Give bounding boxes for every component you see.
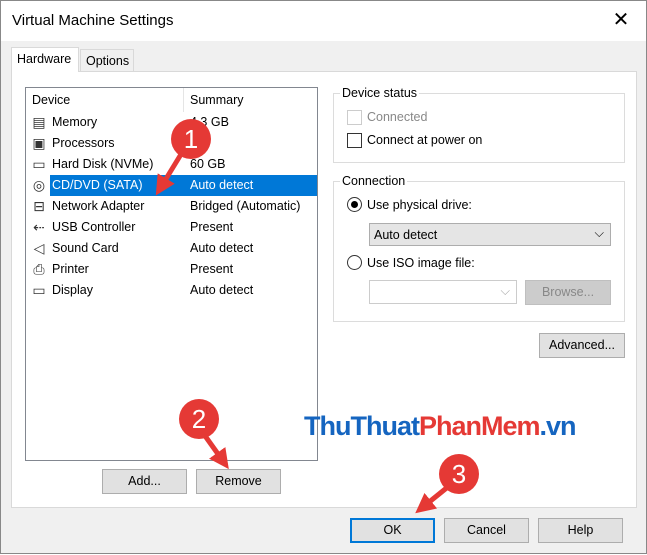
dialog: Virtual Machine Settings ✕ Hardware Opti… bbox=[0, 0, 647, 554]
annotation-badge: 2 bbox=[179, 399, 219, 439]
annotation-badge: 3 bbox=[439, 454, 479, 494]
annotation-arrows bbox=[155, 149, 451, 514]
arrow-1 bbox=[155, 149, 186, 196]
annotation-badge: 1 bbox=[171, 119, 211, 159]
